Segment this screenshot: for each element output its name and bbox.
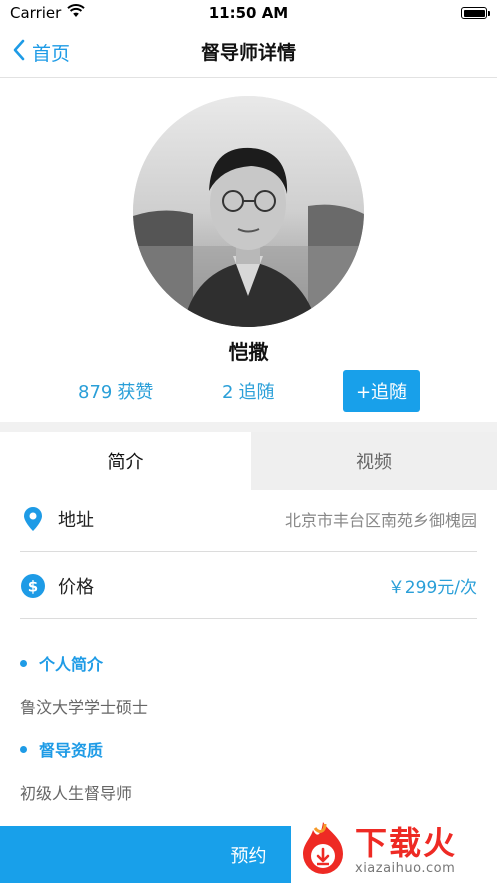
profile-name: 恺撒: [228, 340, 269, 364]
avatar: [133, 96, 364, 327]
bullet-icon: [20, 659, 27, 667]
likes-stat: 879 获赞: [78, 378, 153, 404]
status-bar: Carrier 11:50 AM: [0, 0, 497, 26]
followers-label: 追随: [238, 382, 275, 403]
followers-stat: 2 追随: [222, 378, 274, 404]
svg-text:$: $: [28, 577, 38, 595]
location-pin-icon: [20, 506, 46, 532]
address-value: 北京市丰台区南苑乡御槐园: [284, 510, 477, 530]
divider-band: [0, 422, 497, 432]
wifi-icon: [67, 4, 86, 22]
address-label: 地址: [58, 509, 94, 531]
back-button[interactable]: 首页: [12, 26, 70, 78]
price-row: $ 价格 ￥299元/次: [20, 553, 477, 619]
section-title: 督导资质: [39, 741, 104, 760]
back-label: 首页: [32, 42, 71, 65]
tab-video[interactable]: 视频: [251, 432, 497, 490]
section-title: 个人简介: [39, 655, 104, 674]
bullet-icon: [20, 745, 27, 753]
section-body: 鲁汶大学学士硕士: [20, 698, 149, 717]
likes-label: 获赞: [117, 382, 154, 403]
watermark-title: 下载火: [355, 824, 458, 862]
follow-button[interactable]: +追随: [343, 370, 420, 412]
section-qualification: 督导资质: [20, 737, 103, 761]
section-body: 初级人生督导师: [20, 784, 133, 803]
flame-download-icon: [295, 820, 351, 882]
battery-icon: [461, 7, 490, 19]
followers-count: 2: [222, 382, 234, 403]
price-label: 价格: [58, 576, 94, 598]
price-value: ￥299元/次: [387, 578, 477, 598]
section-personal-intro: 个人简介: [20, 651, 103, 675]
navigation-bar: 首页 督导师详情: [0, 26, 497, 78]
watermark-url: xiazaihuo.com: [355, 861, 456, 876]
tab-bar: 简介 视频: [0, 432, 497, 490]
likes-count: 879: [78, 382, 113, 403]
book-label: 预约: [230, 845, 267, 867]
profile-header: 恺撒 879 获赞 2 追随 +追随: [0, 78, 497, 422]
carrier-label: Carrier: [10, 4, 62, 22]
address-row: 地址 北京市丰台区南苑乡御槐园: [20, 486, 477, 552]
page-title: 督导师详情: [200, 42, 296, 64]
watermark-logo: 下载火 xiazaihuo.com: [291, 818, 497, 883]
dollar-icon: $: [20, 573, 46, 599]
chevron-left-icon: [12, 39, 26, 66]
tab-intro[interactable]: 简介: [0, 432, 251, 490]
